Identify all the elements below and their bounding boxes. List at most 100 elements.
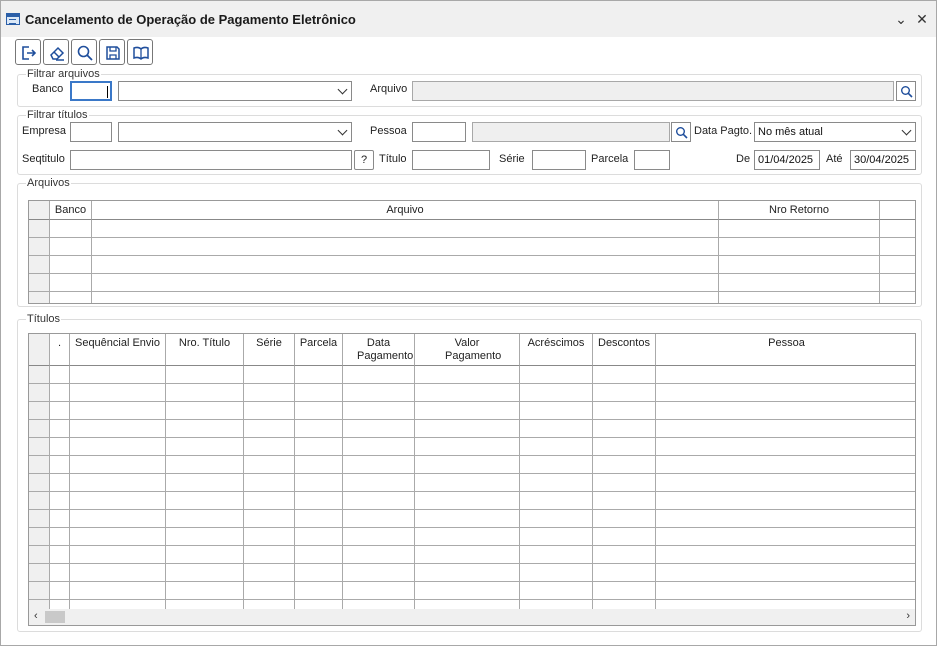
- table-cell[interactable]: [166, 420, 244, 438]
- close-button[interactable]: ✕: [913, 9, 931, 29]
- table-cell[interactable]: [343, 366, 415, 384]
- table-cell[interactable]: [166, 456, 244, 474]
- row-header-cell[interactable]: [29, 220, 50, 238]
- table-cell[interactable]: [719, 238, 880, 256]
- table-cell[interactable]: [880, 274, 915, 292]
- row-header-cell[interactable]: [29, 420, 50, 438]
- table-cell[interactable]: [593, 582, 656, 600]
- row-header-cell[interactable]: [29, 292, 50, 303]
- table-cell[interactable]: [656, 384, 915, 402]
- table-cell[interactable]: [244, 510, 295, 528]
- table-cell[interactable]: [719, 292, 880, 303]
- table-cell[interactable]: [343, 474, 415, 492]
- table-cell[interactable]: [656, 438, 915, 456]
- table-cell[interactable]: [70, 528, 166, 546]
- titulo-input[interactable]: [412, 150, 490, 170]
- column-header-arquivo[interactable]: Arquivo: [92, 201, 719, 220]
- table-cell[interactable]: [50, 582, 70, 600]
- table-cell[interactable]: [295, 564, 343, 582]
- table-cell[interactable]: [295, 528, 343, 546]
- table-cell[interactable]: [50, 366, 70, 384]
- table-cell[interactable]: [50, 546, 70, 564]
- table-cell[interactable]: [166, 438, 244, 456]
- row-header-cell[interactable]: [29, 238, 50, 256]
- table-cell[interactable]: [244, 582, 295, 600]
- table-cell[interactable]: [295, 402, 343, 420]
- table-cell[interactable]: [520, 546, 593, 564]
- table-cell[interactable]: [343, 564, 415, 582]
- banco-select[interactable]: [118, 81, 352, 101]
- table-cell[interactable]: [415, 402, 520, 420]
- table-cell[interactable]: [593, 366, 656, 384]
- table-cell[interactable]: [50, 384, 70, 402]
- table-cell[interactable]: [656, 564, 915, 582]
- row-header-cell[interactable]: [29, 384, 50, 402]
- column-header-nro-retorno[interactable]: Nro Retorno: [719, 201, 880, 220]
- banco-code-input[interactable]: [70, 81, 112, 101]
- table-cell[interactable]: [166, 492, 244, 510]
- help-book-button[interactable]: [127, 39, 153, 65]
- empresa-code-input[interactable]: [70, 122, 112, 142]
- table-cell[interactable]: [343, 546, 415, 564]
- table-cell[interactable]: [295, 492, 343, 510]
- pessoa-name-input[interactable]: [472, 122, 670, 142]
- row-header-cell[interactable]: [29, 256, 50, 274]
- table-cell[interactable]: [520, 582, 593, 600]
- table-cell[interactable]: [166, 366, 244, 384]
- row-header-cell[interactable]: [29, 564, 50, 582]
- scroll-thumb[interactable]: [45, 611, 65, 623]
- table-cell[interactable]: [593, 438, 656, 456]
- row-header-cell[interactable]: [29, 456, 50, 474]
- table-cell[interactable]: [244, 384, 295, 402]
- table-cell[interactable]: [244, 528, 295, 546]
- table-cell[interactable]: [656, 474, 915, 492]
- table-cell[interactable]: [520, 402, 593, 420]
- table-cell[interactable]: [343, 438, 415, 456]
- table-cell[interactable]: [343, 510, 415, 528]
- table-cell[interactable]: [295, 438, 343, 456]
- table-cell[interactable]: [92, 292, 719, 303]
- table-cell[interactable]: [244, 402, 295, 420]
- table-cell[interactable]: [70, 384, 166, 402]
- table-cell[interactable]: [50, 238, 92, 256]
- table-cell[interactable]: [244, 546, 295, 564]
- titulos-grid[interactable]: . Sequêncial Envio Nro. Título Série Par…: [28, 333, 916, 626]
- table-cell[interactable]: [343, 420, 415, 438]
- search-button[interactable]: [71, 39, 97, 65]
- table-cell[interactable]: [520, 528, 593, 546]
- table-cell[interactable]: [415, 546, 520, 564]
- table-cell[interactable]: [520, 420, 593, 438]
- table-cell[interactable]: [92, 256, 719, 274]
- table-cell[interactable]: [50, 456, 70, 474]
- row-header-cell[interactable]: [29, 528, 50, 546]
- row-header-cell[interactable]: [29, 582, 50, 600]
- table-cell[interactable]: [520, 438, 593, 456]
- table-cell[interactable]: [415, 384, 520, 402]
- table-cell[interactable]: [295, 384, 343, 402]
- column-header-serie[interactable]: Série: [244, 334, 295, 366]
- data-ate-input[interactable]: 30/04/2025: [850, 150, 916, 170]
- table-cell[interactable]: [50, 564, 70, 582]
- table-cell[interactable]: [880, 220, 915, 238]
- table-cell[interactable]: [593, 564, 656, 582]
- data-pagto-select[interactable]: No mês atual: [754, 122, 916, 142]
- table-cell[interactable]: [656, 582, 915, 600]
- arquivos-grid[interactable]: Banco Arquivo Nro Retorno: [28, 200, 916, 304]
- table-cell[interactable]: [50, 528, 70, 546]
- pessoa-code-input[interactable]: [412, 122, 466, 142]
- row-header-cell[interactable]: [29, 546, 50, 564]
- table-cell[interactable]: [415, 582, 520, 600]
- row-header-cell[interactable]: [29, 366, 50, 384]
- table-cell[interactable]: [70, 564, 166, 582]
- pessoa-search-button[interactable]: [671, 122, 691, 142]
- table-cell[interactable]: [880, 256, 915, 274]
- data-de-input[interactable]: 01/04/2025: [754, 150, 820, 170]
- arquivo-search-button[interactable]: [896, 81, 916, 101]
- table-cell[interactable]: [244, 420, 295, 438]
- table-cell[interactable]: [520, 510, 593, 528]
- table-cell[interactable]: [50, 420, 70, 438]
- table-cell[interactable]: [520, 384, 593, 402]
- column-header-pessoa[interactable]: Pessoa: [656, 334, 915, 366]
- table-cell[interactable]: [415, 420, 520, 438]
- table-cell[interactable]: [50, 438, 70, 456]
